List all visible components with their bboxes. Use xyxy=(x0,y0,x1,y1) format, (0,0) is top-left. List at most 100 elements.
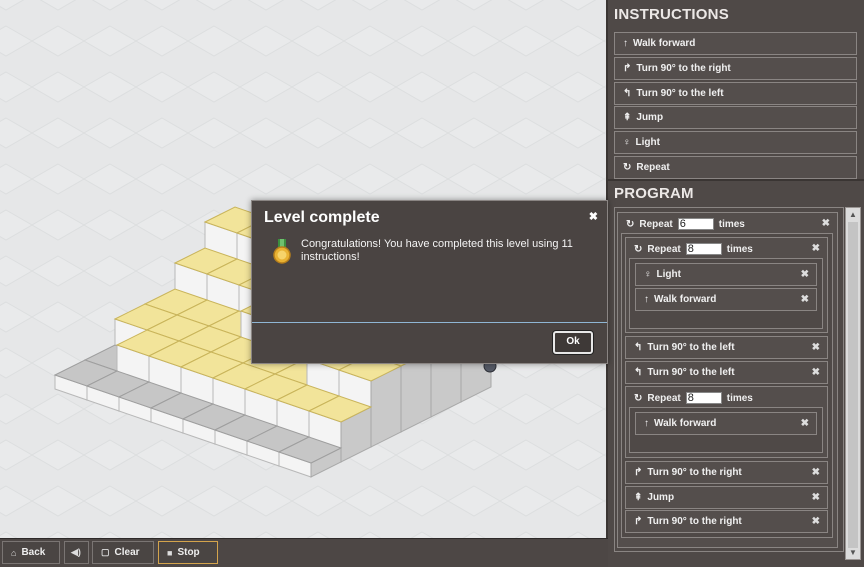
bg-tile xyxy=(134,71,190,103)
bg-tile xyxy=(82,439,138,471)
bg-tile xyxy=(30,439,86,471)
bg-tile xyxy=(290,117,346,149)
bg-tile xyxy=(186,71,242,103)
program-walk-forward-2[interactable]: ↑ Walk forward ✖ xyxy=(635,412,817,435)
panel-divider xyxy=(608,179,864,181)
instruction-repeat[interactable]: ↻ Repeat xyxy=(614,156,857,179)
program-light[interactable]: ♀ Light ✖ xyxy=(635,263,817,286)
instruction-jump[interactable]: ⇞ Jump xyxy=(614,106,857,129)
instruction-walk-forward[interactable]: ↑ Walk forward xyxy=(614,32,857,55)
sound-button[interactable]: ◀) xyxy=(64,541,89,564)
bg-tile xyxy=(550,71,606,103)
bg-tile xyxy=(498,25,554,57)
close-icon[interactable]: ✖ xyxy=(812,467,820,478)
stop-button[interactable]: ■ Stop xyxy=(158,541,218,564)
block-label: Walk forward xyxy=(654,418,717,429)
close-icon[interactable]: ✖ xyxy=(812,492,820,503)
scroll-down-icon[interactable]: ▼ xyxy=(849,548,857,557)
instruction-turn-left[interactable]: ↰ Turn 90° to the left xyxy=(614,82,857,105)
bg-tile xyxy=(394,71,450,103)
bg-tile xyxy=(195,0,233,11)
bg-tile xyxy=(30,209,86,241)
bg-tile xyxy=(290,485,346,517)
instruction-label: Turn 90° to the left xyxy=(636,88,724,99)
program-walk-forward[interactable]: ↑ Walk forward ✖ xyxy=(635,288,817,311)
bg-tile xyxy=(342,163,398,195)
repeat-count-input[interactable]: 6 xyxy=(677,218,714,230)
close-icon[interactable]: ✖ xyxy=(801,294,809,305)
bg-tile xyxy=(134,25,190,57)
bg-tile xyxy=(550,485,606,517)
program-turn-left-2[interactable]: ↰ Turn 90° to the left ✖ xyxy=(625,361,828,384)
bg-tile xyxy=(446,117,502,149)
bg-tile xyxy=(299,0,337,11)
bg-tile xyxy=(247,0,285,11)
close-icon[interactable]: ✖ xyxy=(812,243,820,254)
instruction-label: Walk forward xyxy=(633,38,696,49)
bg-tile xyxy=(403,0,441,11)
program-turn-left-1[interactable]: ↰ Turn 90° to the left ✖ xyxy=(625,336,828,359)
bg-tile xyxy=(134,117,190,149)
ok-button[interactable]: Ok xyxy=(553,331,593,354)
repeat-count-input[interactable]: 8 xyxy=(685,392,722,404)
program-turn-right-1[interactable]: ↱ Turn 90° to the right ✖ xyxy=(625,461,828,484)
bg-tile xyxy=(39,0,77,11)
repeat-icon: ↻ xyxy=(626,218,635,230)
back-button[interactable]: ⌂ Back xyxy=(2,541,60,564)
bg-tile xyxy=(455,0,493,11)
program-scrollbar[interactable]: ▲ ▼ xyxy=(845,207,861,560)
bg-tile xyxy=(82,25,138,57)
bg-tile xyxy=(0,71,34,103)
arrow-up-icon: ↑ xyxy=(623,38,628,49)
close-icon[interactable]: ✖ xyxy=(589,210,598,223)
bg-tile xyxy=(30,25,86,57)
jump-icon: ⇞ xyxy=(623,112,632,123)
bg-tile xyxy=(394,117,450,149)
close-icon[interactable]: ✖ xyxy=(812,367,820,378)
bg-tile xyxy=(30,301,86,333)
scrollbar-thumb[interactable] xyxy=(848,222,858,548)
instruction-label: Repeat xyxy=(636,162,670,173)
bg-tile xyxy=(186,485,242,517)
bg-tile xyxy=(30,255,86,287)
level-complete-dialog: Level complete ✖ Congratulations! You ha… xyxy=(251,200,608,364)
bg-tile xyxy=(290,25,346,57)
repeat-icon: ↻ xyxy=(634,392,643,404)
block-label: Turn 90° to the left xyxy=(647,367,735,378)
bg-tile xyxy=(238,485,294,517)
instruction-turn-right[interactable]: ↱ Turn 90° to the right xyxy=(614,57,857,80)
block-label: Light xyxy=(656,269,681,280)
instruction-label: Jump xyxy=(636,112,664,123)
bg-tile xyxy=(498,71,554,103)
bulb-icon: ♀ xyxy=(623,137,631,148)
bg-tile xyxy=(351,0,389,11)
bg-tile xyxy=(498,485,554,517)
medal-icon xyxy=(273,239,291,264)
close-icon[interactable]: ✖ xyxy=(812,342,820,353)
bg-tile xyxy=(30,485,86,517)
instruction-label: Light xyxy=(635,137,660,148)
bg-tile xyxy=(143,0,181,11)
program-turn-right-2[interactable]: ↱ Turn 90° to the right ✖ xyxy=(625,510,828,533)
repeat-count-input[interactable]: 8 xyxy=(685,243,722,255)
close-icon[interactable]: ✖ xyxy=(801,269,809,280)
close-icon[interactable]: ✖ xyxy=(822,218,830,229)
bg-tile xyxy=(498,439,554,471)
bg-tile xyxy=(238,117,294,149)
program-jump[interactable]: ⇞ Jump ✖ xyxy=(625,486,828,509)
repeat-icon: ↻ xyxy=(623,162,632,173)
turn-left-icon: ↰ xyxy=(634,367,643,378)
dialog-title: Level complete xyxy=(264,209,380,226)
bg-tile xyxy=(238,25,294,57)
close-icon[interactable]: ✖ xyxy=(812,516,820,527)
stop-label: Stop xyxy=(177,547,200,558)
clear-button[interactable]: ▢ Clear xyxy=(92,541,154,564)
bg-tile xyxy=(0,209,34,241)
jump-icon: ⇞ xyxy=(634,492,643,503)
bg-tile xyxy=(134,485,190,517)
instruction-light[interactable]: ♀ Light xyxy=(614,131,857,154)
arrow-up-icon: ↑ xyxy=(644,418,649,429)
close-icon[interactable]: ✖ xyxy=(801,418,809,429)
scroll-up-icon[interactable]: ▲ xyxy=(849,210,857,219)
bg-tile xyxy=(342,71,398,103)
